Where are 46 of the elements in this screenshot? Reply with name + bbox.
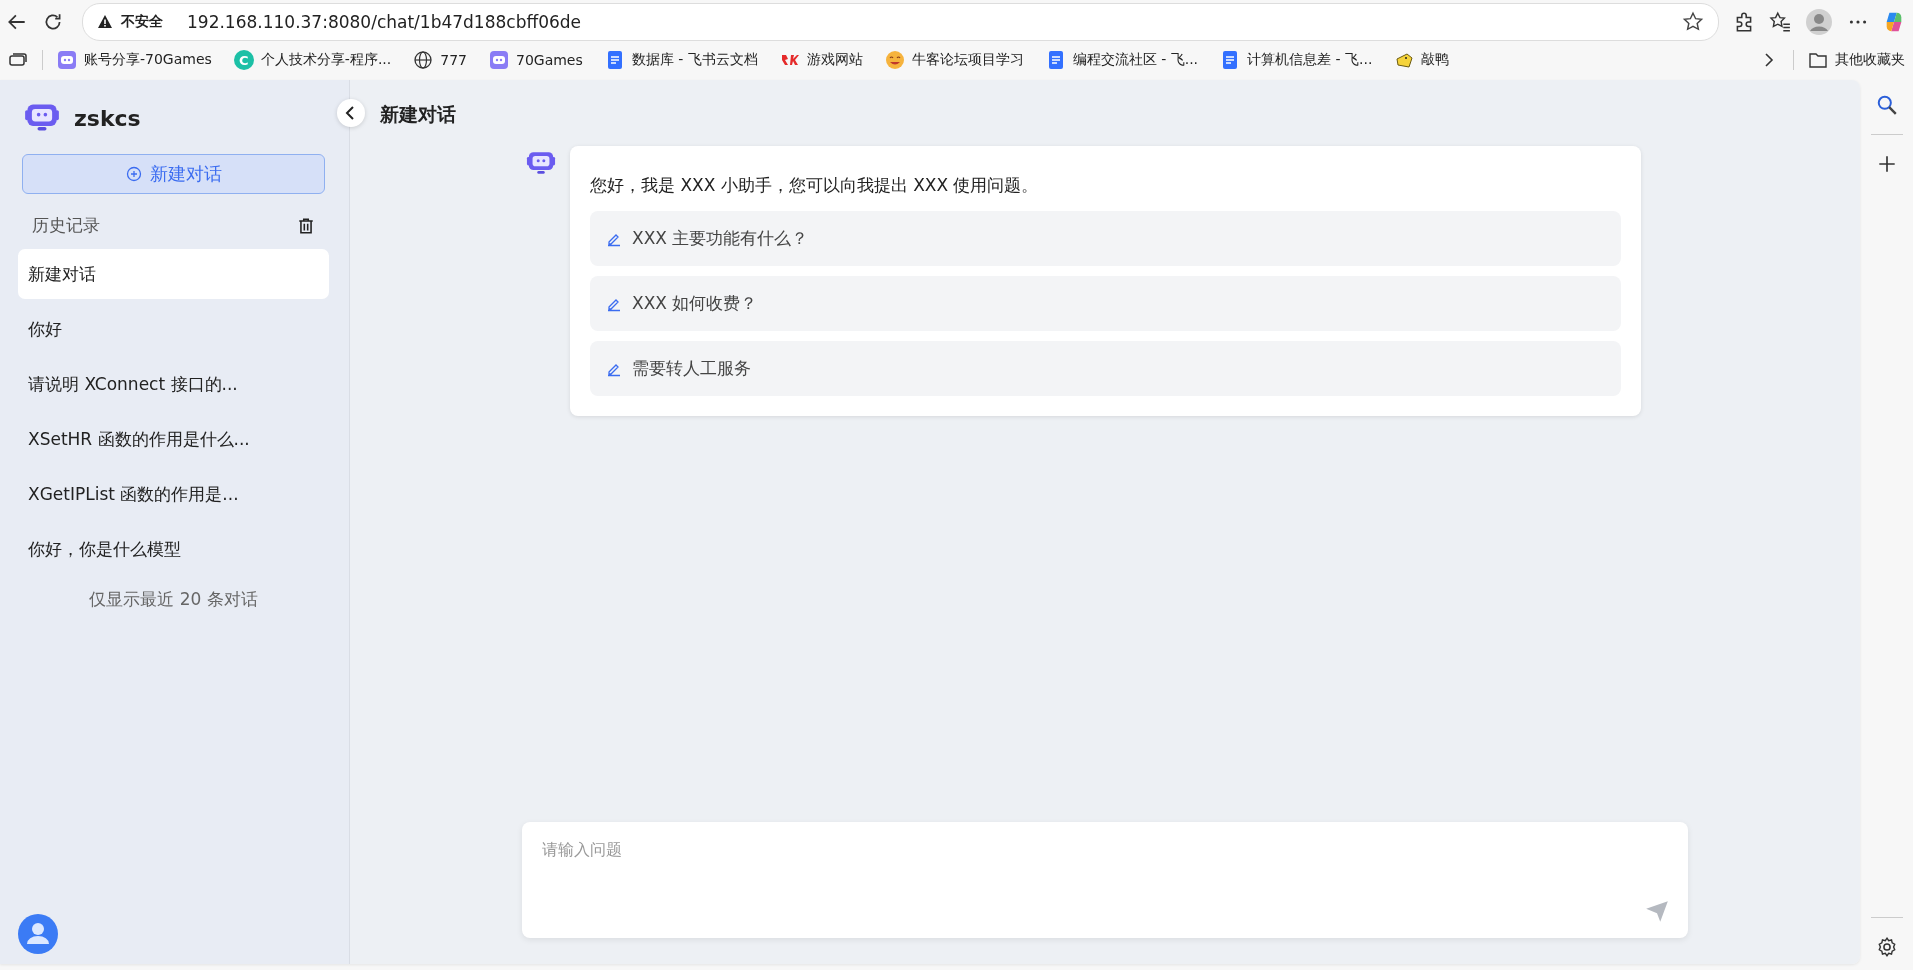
bookmark[interactable]: 777 <box>413 50 467 70</box>
add-circle-icon <box>125 166 142 182</box>
url-text: 192.168.110.37:8080/chat/1b47d188cbff06de <box>187 12 583 32</box>
greeting-message: 您好，我是 XXX 小助手，您可以向我提出 XXX 使用问题。 <box>590 174 1040 197</box>
question-input[interactable]: 请输入问题 <box>522 822 1688 938</box>
bookmark[interactable]: 游戏网站 <box>779 50 863 70</box>
history-item[interactable]: 请说明 XConnect 接口的... <box>18 359 329 409</box>
favorite-star-icon[interactable] <box>1682 11 1704 33</box>
app-name: zskcs <box>74 105 141 131</box>
bookmark[interactable]: 70Games <box>489 50 583 70</box>
bookmark[interactable]: 数据库 - 飞书云文档 <box>604 50 758 70</box>
history-item[interactable]: 你好 <box>18 304 329 354</box>
bookmark[interactable]: 账号分享-70Games <box>57 50 212 70</box>
user-avatar-icon[interactable] <box>18 914 58 954</box>
suggested-question[interactable]: XXX 主要功能有什么？ <box>590 211 1621 266</box>
history-item[interactable]: 新建对话 <box>18 249 329 299</box>
chat-title: 新建对话 <box>380 102 456 127</box>
history-item[interactable]: 你好，你是什么模型 <box>18 524 329 574</box>
history-item[interactable]: XSetHR 函数的作用是什么... <box>18 414 329 464</box>
smiley-icon <box>884 50 905 70</box>
robot-avatar-icon <box>526 150 556 177</box>
profile-avatar-icon[interactable] <box>1805 8 1833 36</box>
suggested-question[interactable]: 需要转人工服务 <box>590 341 1621 396</box>
bookmark[interactable]: 编程交流社区 - 飞... <box>1045 50 1199 70</box>
folder-icon <box>1808 50 1828 70</box>
bookmark-folder[interactable]: 其他收藏夹 <box>1808 50 1905 70</box>
warning-icon <box>97 14 113 30</box>
security-label: 不安全 <box>121 13 163 31</box>
bookmark[interactable]: 计算机信息差 - 飞... <box>1220 50 1373 70</box>
globe-icon <box>413 50 434 70</box>
bookmark[interactable]: 牛客论坛项目学习 <box>884 50 1024 70</box>
favorites-list-icon[interactable] <box>1769 11 1791 33</box>
suggested-question[interactable]: XXX 如何收费？ <box>590 276 1621 331</box>
robot-icon <box>489 50 509 70</box>
robot-icon <box>57 50 77 70</box>
bookmark[interactable]: C 个人技术分享-程序... <box>233 50 392 70</box>
collapse-sidebar-button[interactable] <box>336 98 366 128</box>
history-heading: 历史记录 <box>32 214 100 237</box>
address-bar[interactable]: 不安全 192.168.110.37:8080/chat/1b47d188cbff06de <box>82 3 1719 41</box>
trash-icon[interactable] <box>297 216 315 235</box>
letter-logo-icon: C <box>233 50 254 70</box>
history-item[interactable]: XGetIPList 函数的作用是... <box>18 469 329 519</box>
bookmark[interactable]: 敲鸭 <box>1394 50 1450 70</box>
history-note: 仅显示最近 20 条对话 <box>88 588 259 611</box>
new-chat-button[interactable]: 新建对话 <box>22 154 325 194</box>
search-icon[interactable] <box>1875 94 1898 116</box>
